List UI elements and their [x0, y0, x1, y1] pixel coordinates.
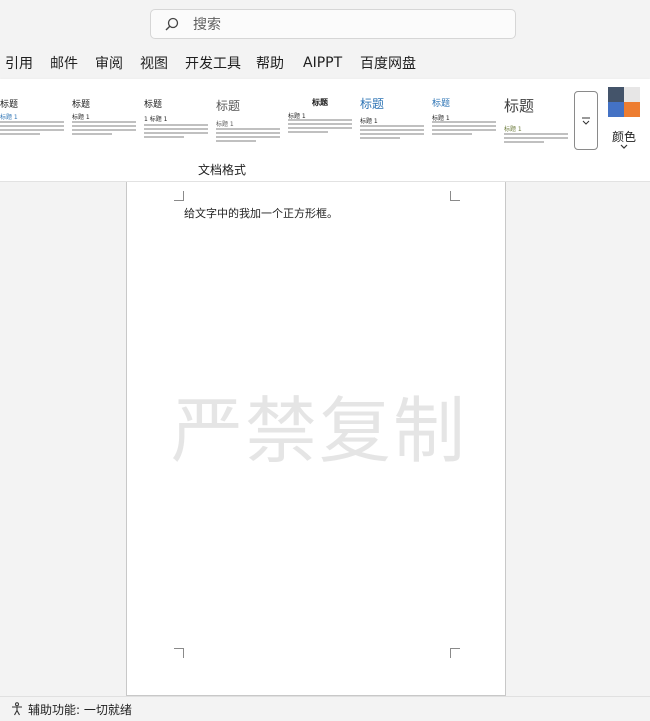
watermark: 严禁复制 — [171, 389, 468, 473]
accessibility-icon — [12, 702, 22, 716]
document-paragraph[interactable]: 给文字中的我加一个正方形框。 — [184, 205, 338, 221]
theme-color-swatch — [608, 87, 624, 102]
style-set-1[interactable]: 标题 标题 1 — [0, 91, 70, 149]
style-set-3[interactable]: 标题 1 标题 1 — [144, 91, 214, 149]
style-title: 标题 — [144, 100, 163, 110]
style-title: 标题 — [72, 100, 91, 110]
style-preview-lines — [504, 133, 568, 145]
tab-developer[interactable]: 开发工具 — [185, 53, 241, 73]
style-title: 标题 — [360, 97, 385, 111]
style-set-7[interactable]: 标题 标题 1 — [432, 91, 502, 149]
margin-corner-mark — [174, 191, 184, 201]
style-title: 标题 — [0, 100, 19, 110]
margin-corner-mark — [450, 648, 460, 658]
style-preview-lines — [216, 128, 280, 144]
document-page[interactable]: 给文字中的我加一个正方形框。 严禁复制 — [126, 182, 506, 696]
style-set-gallery: 标题 标题 1 标题 标题 1 标题 1 标题 1 标题 标题 1 标题 标题 … — [0, 91, 572, 149]
style-preview-lines — [144, 124, 208, 140]
style-preview-lines — [432, 121, 496, 137]
style-heading1: 1 标题 1 — [144, 116, 168, 123]
style-heading1: 标题 1 — [0, 114, 18, 121]
chevron-down-icon — [620, 144, 628, 149]
style-preview-lines — [0, 121, 64, 137]
style-title: 标题 — [432, 99, 451, 109]
tab-baidu-netdisk[interactable]: 百度网盘 — [360, 53, 416, 73]
style-heading1: 标题 1 — [72, 114, 90, 121]
status-bar: 辅助功能: 一切就绪 — [0, 696, 650, 721]
style-set-4[interactable]: 标题 标题 1 — [216, 91, 286, 149]
gallery-expand-button[interactable] — [574, 91, 598, 150]
accessibility-status-button[interactable]: 辅助功能: 一切就绪 — [10, 701, 132, 718]
tab-help[interactable]: 帮助 — [256, 53, 284, 73]
search-placeholder: 搜索 — [193, 17, 221, 33]
margin-corner-mark — [174, 648, 184, 658]
document-canvas: 给文字中的我加一个正方形框。 严禁复制 — [0, 182, 650, 696]
theme-color-swatch — [624, 102, 640, 117]
search-box[interactable]: 搜索 — [150, 9, 516, 39]
tab-aippt[interactable]: AIPPT — [303, 55, 342, 71]
accessibility-status-text: 辅助功能: 一切就绪 — [28, 702, 132, 717]
tab-view[interactable]: 视图 — [140, 53, 168, 73]
style-set-2[interactable]: 标题 标题 1 — [72, 91, 142, 149]
theme-color-swatch — [624, 87, 640, 102]
theme-color-swatch — [608, 102, 624, 117]
chevron-down-expand-icon — [582, 117, 590, 125]
style-preview-lines — [72, 121, 136, 137]
style-title: 标题 — [312, 98, 328, 107]
ribbon-design-panel: 标题 标题 1 标题 标题 1 标题 1 标题 1 标题 标题 1 标题 标题 … — [0, 79, 650, 182]
tab-mailings[interactable]: 邮件 — [50, 53, 78, 73]
style-heading1: 标题 1 — [360, 118, 378, 125]
style-set-6[interactable]: 标题 标题 1 — [360, 91, 430, 149]
style-set-8[interactable]: 标题 标题 1 — [504, 91, 572, 149]
colors-label: 颜色 — [611, 130, 636, 144]
style-preview-lines — [288, 119, 352, 135]
margin-corner-mark — [450, 191, 460, 201]
theme-colors-button[interactable]: 颜色 — [602, 87, 646, 159]
title-bar: 搜索 — [0, 0, 650, 46]
style-title: 标题 — [216, 99, 241, 113]
search-icon — [165, 17, 179, 31]
style-title: 标题 — [504, 97, 535, 115]
tab-review[interactable]: 审阅 — [95, 53, 123, 73]
style-preview-lines — [360, 125, 424, 141]
ribbon-tabs: 引用 邮件 审阅 视图 开发工具 帮助 AIPPT 百度网盘 — [0, 46, 650, 79]
group-label-document-formatting: 文档格式 — [197, 163, 246, 177]
style-set-5[interactable]: 标题 标题 1 — [288, 91, 358, 149]
style-heading1: 标题 1 — [216, 121, 234, 128]
tab-references[interactable]: 引用 — [5, 53, 33, 73]
style-heading1: 标题 1 — [504, 126, 522, 133]
